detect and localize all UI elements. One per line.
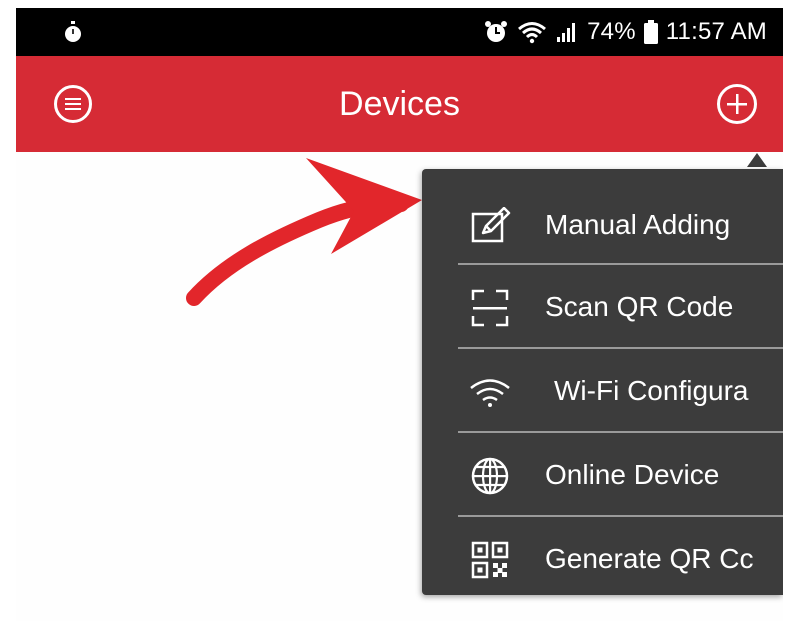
status-right: 74% 11:57 AM <box>483 8 767 56</box>
page-title: Devices <box>339 84 460 123</box>
battery-percent: 74% <box>587 18 636 45</box>
wifi-icon <box>469 371 511 413</box>
menu-item-wifi-configuration[interactable]: Wi-Fi Configura <box>422 349 783 433</box>
red-arrow-icon <box>186 158 422 306</box>
qr-code-icon <box>469 539 511 581</box>
wifi-icon <box>518 22 547 44</box>
menu-item-generate-qr-code[interactable]: Generate QR Cc <box>422 517 783 595</box>
phone-screen: 74% 11:57 AM Devices Manual Adding Scan … <box>16 8 783 621</box>
scan-icon <box>469 287 511 329</box>
plus-icon <box>727 94 747 114</box>
edit-icon <box>469 205 511 247</box>
menu-item-label: Wi-Fi Configura <box>554 375 749 406</box>
menu-button[interactable] <box>54 85 92 123</box>
globe-icon <box>469 455 511 497</box>
add-device-menu: Manual Adding Scan QR Code Wi-Fi Configu… <box>422 169 783 595</box>
app-header: Devices <box>16 56 783 152</box>
menu-item-label: Scan QR Code <box>545 291 734 322</box>
menu-item-label: Manual Adding <box>545 209 731 240</box>
add-device-button[interactable] <box>717 84 757 124</box>
status-time: 11:57 AM <box>665 18 767 45</box>
stopwatch-icon <box>65 21 81 42</box>
status-bar: 74% 11:57 AM <box>16 8 783 56</box>
dropdown-pointer <box>747 153 767 167</box>
signal-icon <box>557 23 576 42</box>
menu-item-online-device[interactable]: Online Device <box>422 433 783 517</box>
menu-item-manual-adding[interactable]: Manual Adding <box>422 183 783 267</box>
alarm-icon <box>485 21 508 42</box>
menu-item-scan-qr-code[interactable]: Scan QR Code <box>422 265 783 349</box>
menu-item-label: Online Device <box>545 459 720 490</box>
menu-item-label: Generate QR Cc <box>545 543 754 574</box>
menu-icon <box>65 98 81 110</box>
battery-icon <box>643 20 658 44</box>
